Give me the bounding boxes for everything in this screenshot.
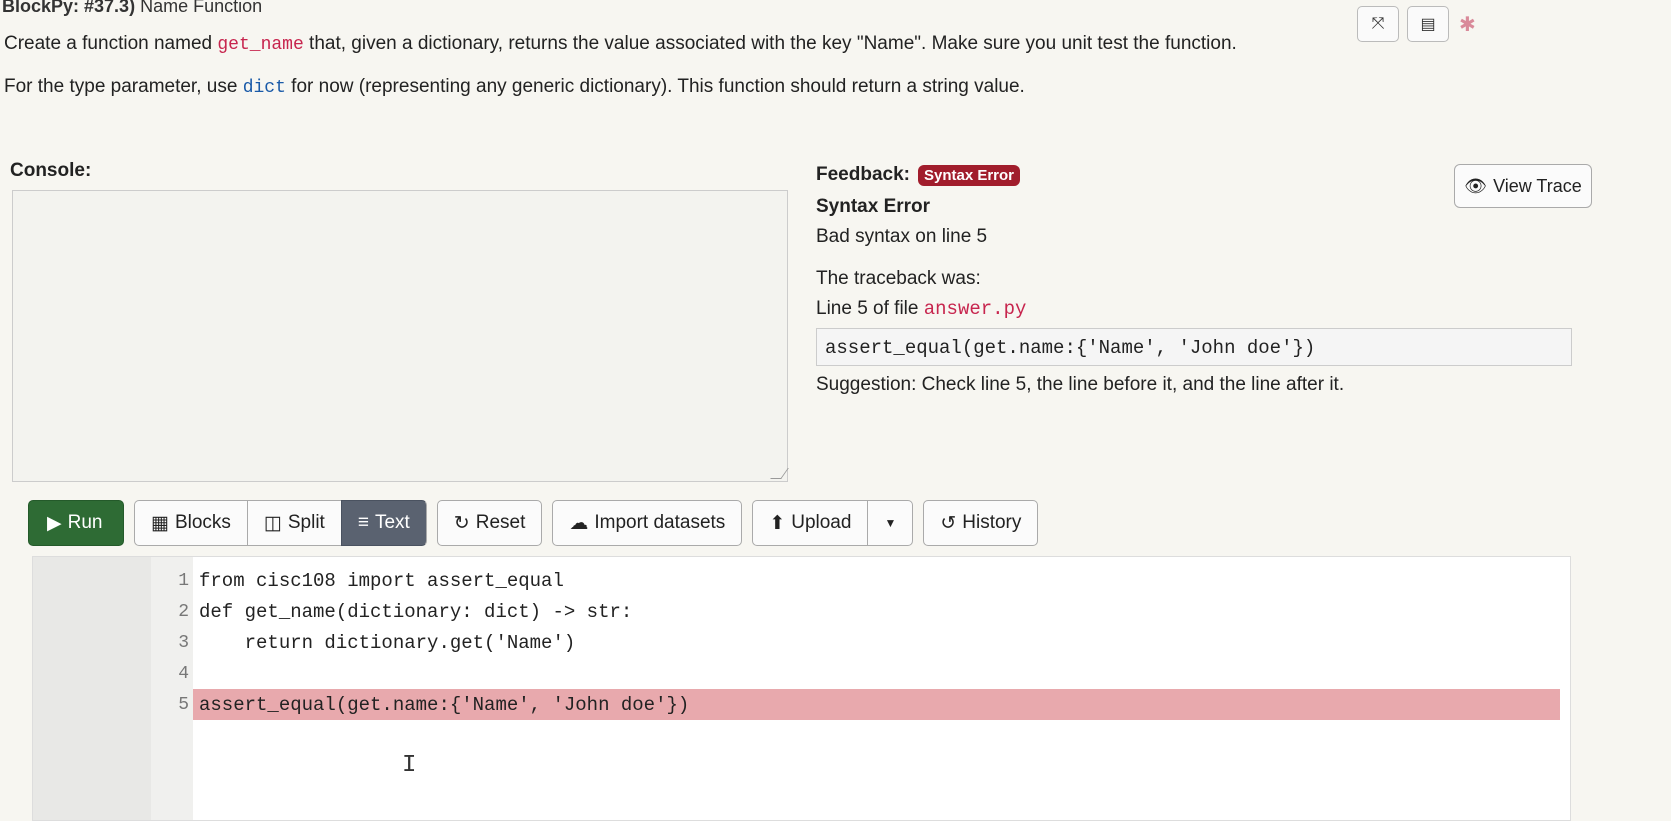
instructions-text: Create a function named — [4, 33, 218, 54]
feedback-label: Feedback: — [816, 164, 910, 185]
instructions-text: for now (representing any generic dictio… — [285, 76, 1025, 97]
assignment-title: BlockPy: #37.3) Name Function — [2, 0, 262, 17]
history-button[interactable]: ↺ History — [923, 500, 1039, 546]
code-editor[interactable]: 1 from cisc108 import assert_equal 2 def… — [32, 556, 1571, 821]
blocks-label: Blocks — [174, 512, 231, 533]
run-label: Run — [67, 512, 103, 533]
import-label: Import datasets — [594, 512, 726, 533]
list-icon: ▤ — [1420, 16, 1436, 33]
code-line[interactable]: 3 return dictionary.get('Name') — [33, 627, 1570, 658]
split-label: Split — [287, 512, 325, 533]
line-text: return dictionary.get('Name') — [199, 631, 576, 654]
line-text: def get_name(dictionary: dict) -> str: — [199, 600, 633, 623]
caret-down-icon: ▼ — [884, 516, 897, 530]
resize-handle[interactable] — [770, 468, 789, 479]
run-button[interactable]: ▶ Run — [28, 500, 124, 546]
line-number: 4 — [178, 663, 189, 684]
cloud-icon: ☁ — [569, 512, 589, 534]
line-number: 3 — [178, 632, 189, 653]
traceback-intro: The traceback was: — [816, 268, 981, 289]
instructions-text: For the type parameter, use — [4, 76, 243, 97]
line-text: from cisc108 import assert_equal — [199, 569, 564, 592]
view-trace-label: View Trace — [1493, 175, 1582, 196]
function-name-code: get_name — [217, 35, 304, 55]
upload-button[interactable]: ⬆ Upload — [752, 500, 868, 546]
menu-button[interactable]: ▤ — [1407, 6, 1449, 42]
error-badge: Syntax Error — [917, 164, 1021, 186]
eye-icon: 👁 — [1464, 175, 1488, 196]
bug-icon[interactable]: ✱ — [1459, 12, 1476, 37]
title-name: Name Function — [140, 0, 263, 16]
code-lines: 1 from cisc108 import assert_equal 2 def… — [33, 565, 1570, 720]
split-icon: ◫ — [263, 512, 282, 534]
code-line[interactable]: 2 def get_name(dictionary: dict) -> str: — [33, 596, 1570, 627]
traceback-code: assert_equal(get.name:{'Name', 'John doe… — [816, 328, 1572, 366]
upload-group: ⬆ Upload ▼ — [752, 500, 914, 546]
reset-label: Reset — [475, 512, 526, 533]
reset-button[interactable]: ↻ Reset — [436, 500, 543, 546]
code-line[interactable]: 4 — [33, 658, 1570, 689]
refresh-icon: ↻ — [453, 512, 470, 534]
instructions-text: that, given a dictionary, returns the va… — [303, 33, 1237, 54]
upload-label: Upload — [791, 512, 852, 533]
view-mode-group: ▦ Blocks ◫ Split ≡ Text — [134, 500, 427, 546]
line-text: assert_equal(get.name:{'Name', 'John doe… — [199, 693, 690, 716]
editor-toolbar: ▶ Run ▦ Blocks ◫ Split ≡ Text ↻ Reset ☁ … — [28, 500, 1039, 546]
file-upload-icon: ⬆ — [769, 512, 786, 534]
feedback-message: Bad syntax on line 5 — [816, 226, 988, 247]
expand-icon: ⤧ — [1371, 15, 1385, 32]
code-line[interactable]: 1 from cisc108 import assert_equal — [33, 565, 1570, 596]
play-icon: ▶ — [47, 512, 62, 534]
import-datasets-button[interactable]: ☁ Import datasets — [552, 500, 743, 546]
instructions-paragraph-2: For the type parameter, use dict for now… — [4, 71, 1304, 104]
traceback-line-prefix: Line 5 of file — [816, 298, 924, 319]
line-number: 2 — [178, 601, 189, 622]
instructions-paragraph-1: Create a function named get_name that, g… — [4, 28, 1304, 61]
split-button[interactable]: ◫ Split — [246, 500, 341, 546]
code-line-error[interactable]: 5 assert_equal(get.name:{'Name', 'John d… — [33, 689, 1570, 720]
history-label: History — [962, 512, 1022, 533]
text-icon: ≡ — [357, 512, 369, 533]
title-prefix: BlockPy: #37.3) — [2, 0, 136, 16]
line-number: 1 — [178, 570, 189, 591]
line-number: 5 — [178, 694, 189, 715]
history-icon: ↺ — [940, 512, 957, 534]
top-icons: ⤧ ▤ ✱ — [1357, 6, 1476, 42]
blocks-button[interactable]: ▦ Blocks — [134, 500, 247, 546]
text-cursor-icon: I — [402, 752, 417, 779]
traceback-location: Line 5 of file answer.py — [816, 298, 1586, 320]
text-button[interactable]: ≡ Text — [340, 500, 427, 546]
console-label: Console: — [10, 160, 92, 181]
console-output[interactable] — [12, 190, 789, 482]
view-trace-button[interactable]: 👁 View Trace — [1454, 164, 1592, 208]
instructions: Create a function named get_name that, g… — [4, 28, 1304, 114]
file-name: answer.py — [923, 298, 1027, 320]
text-label: Text — [374, 512, 410, 533]
fullscreen-button[interactable]: ⤧ — [1357, 6, 1399, 42]
feedback-suggestion: Suggestion: Check line 5, the line befor… — [816, 374, 1345, 395]
upload-dropdown-button[interactable]: ▼ — [867, 500, 914, 546]
dict-code: dict — [242, 78, 286, 98]
blocks-icon: ▦ — [151, 512, 169, 534]
